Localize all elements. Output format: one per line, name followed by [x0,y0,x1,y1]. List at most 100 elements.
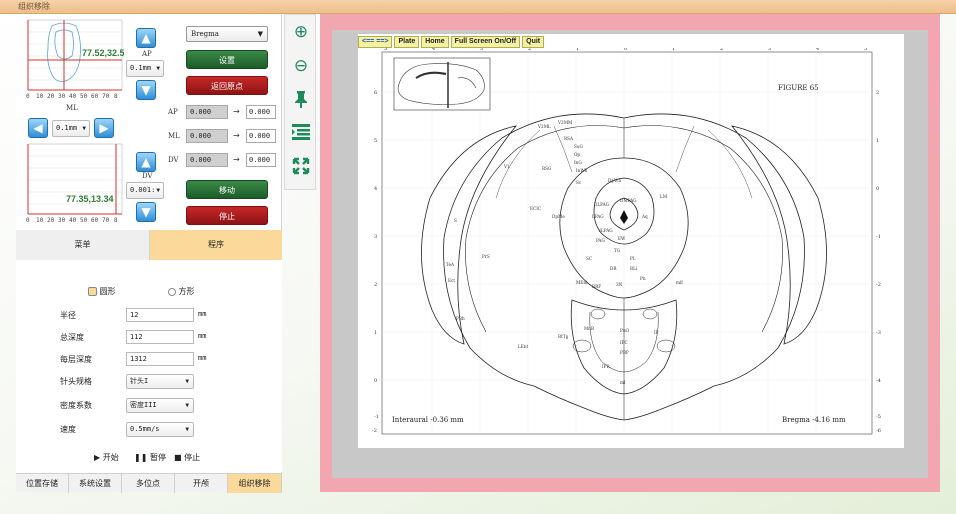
circle-radio-indicator [88,287,97,296]
needle-select[interactable]: 针头I ▼ [126,374,194,389]
pin-icon[interactable] [290,89,312,111]
region-label: Op [574,152,580,157]
brain-atlas-figure: 5 4 3 2 1 0 1 2 3 4 5 6 5 4 3 2 1 0 -1 -… [372,48,881,435]
program-form: 圆形 方形 半径 12 mm 总深度 112 mm 每层深度 1312 mm 针… [16,260,282,472]
figure-number: FIGURE 65 [778,84,819,92]
ml-step-select[interactable]: 0.1mm ▼ [52,120,90,137]
right-tick: -1 [876,234,881,240]
total-depth-input[interactable]: 112 [126,330,194,344]
svg-text:40: 40 [69,93,77,100]
svg-text:8: 8 [114,93,118,100]
nav-plate-button[interactable]: Plate [394,36,420,48]
region-label: V1 [503,164,510,169]
region-label: PL [630,256,636,261]
stop-icon: ■ [174,453,182,462]
left-tick: 4 [374,186,377,192]
tab-multi-site[interactable]: 多位点 [122,474,175,493]
region-label: DLPAG [594,202,610,207]
fullscreen-icon[interactable] [290,157,312,179]
coord-ap-target-input[interactable]: 0.000 [246,105,276,119]
top-tick: 4 [816,48,819,52]
right-tick: -4 [876,378,881,384]
region-label: LM [660,194,668,199]
right-tick: 2 [876,90,879,96]
region-label: PrS [482,254,490,259]
shape-square-radio[interactable]: 方形 [168,286,195,297]
region-label: RRF [592,284,601,289]
region-label: Sc [576,180,582,185]
nav-prev-next-button[interactable]: <== ==> [358,36,393,48]
ml-left-arrow-button[interactable]: ◀ [28,118,48,138]
region-label: Ect [448,278,455,283]
coord-ml-target-input[interactable]: 0.000 [246,129,276,143]
zoom-out-icon[interactable]: ⊖ [290,55,312,77]
shape-circle-radio[interactable]: 圆形 [88,286,116,297]
dv-down-arrow-button[interactable]: ▼ [136,202,156,222]
tab-position-storage[interactable]: 位置存储 [16,474,69,493]
aqueduct-marker [620,210,628,224]
graph-bottom-coord: 77.35,13.34 [66,194,114,204]
nav-fullscreen-button[interactable]: Full Screen On/Off [450,36,521,48]
region-label: EW [618,236,626,241]
region-label: LEnt [518,344,529,349]
region-label: IPR [602,364,610,369]
layer-depth-label: 每层深度 [60,355,92,364]
set-button[interactable]: 设置 [186,50,268,69]
density-select[interactable]: 密度III ▼ [126,398,194,413]
region-label: InWh [576,168,588,173]
list-icon[interactable] [290,123,312,145]
region-label: ECIC [530,206,541,211]
graph-top-xticks: 0 10 20 30 40 50 60 70 8 [26,93,118,100]
region-label: TeA [446,262,455,267]
nav-quit-button[interactable]: Quit [522,36,545,48]
dv-up-arrow-button[interactable]: ▲ [136,152,156,172]
tab-tissue-removal[interactable]: 组织移除 [228,474,282,493]
layer-depth-input[interactable]: 1312 [126,352,194,366]
right-tick: 0 [876,186,879,192]
speed-select[interactable]: 0.5mm/s ▼ [126,422,194,437]
radius-input[interactable]: 12 [126,308,194,322]
tab-program[interactable]: 程序 [150,230,282,260]
position-graph-bottom[interactable]: 77.35,13.34 0 10 20 30 40 50 60 70 8 [20,142,124,226]
plate-left-ticks: 6 5 4 3 2 1 0 -1 -2 [372,90,379,434]
svg-text:0: 0 [26,217,30,224]
radius-label: 半径 [60,311,76,320]
top-tick: 1 [576,48,579,52]
stop-control[interactable]: ■ 停止 [174,452,200,463]
ap-step-select[interactable]: 0.1mm ▼ [126,60,164,77]
ap-up-arrow-button[interactable]: ▲ [136,28,156,48]
coord-ap-current: 0.000 [186,105,228,119]
ml-axis-label: ML [66,104,78,112]
stop-move-button[interactable]: 停止 [186,206,268,225]
nav-home-button[interactable]: Home [421,36,449,48]
pause-icon: ❚❚ [134,453,148,462]
svg-text:40: 40 [69,217,77,224]
zoom-in-icon[interactable]: ⊕ [290,21,312,43]
svg-text:60: 60 [91,93,99,100]
atlas-viewer-canvas[interactable]: <== ==> Plate Home Full Screen On/Off Qu… [332,30,928,478]
position-graph-top[interactable]: 77.52,32.59 0 10 20 30 40 50 60 70 8 [20,18,130,102]
atlas-reference-select[interactable]: Bregma ▼ [186,26,268,42]
coord-dv-current: 0.000 [186,153,228,167]
tab-system-settings[interactable]: 系统设置 [69,474,122,493]
position-graph-bottom-plot: 77.35,13.34 0 10 20 30 40 50 60 70 8 [26,143,123,224]
tab-craniotomy[interactable]: 开颅 [175,474,228,493]
region-label: PnO [620,328,630,333]
move-button[interactable]: 移动 [186,180,268,199]
dv-label: DV [142,172,153,180]
ml-right-arrow-button[interactable]: ▶ [94,118,114,138]
pause-control[interactable]: ❚❚ 暂停 [134,452,166,463]
region-label: PRh [456,316,465,321]
top-tick: 2 [528,48,531,52]
return-origin-button[interactable]: 返回原点 [186,76,268,95]
interaural-label: Interaural -0.36 mm [392,416,464,424]
region-label: RtTg [558,334,569,339]
tab-menu[interactable]: 菜单 [16,230,150,260]
coord-dv-target-input[interactable]: 0.000 [246,153,276,167]
start-control[interactable]: ▶ 开始 [94,452,119,463]
coord-ap-label: AP [168,108,178,116]
top-tick: 4 [432,48,435,52]
dv-step-select[interactable]: 0.001: ▼ [126,182,164,199]
ap-down-arrow-button[interactable]: ▼ [136,80,156,100]
region-label: LPAG [592,214,604,219]
